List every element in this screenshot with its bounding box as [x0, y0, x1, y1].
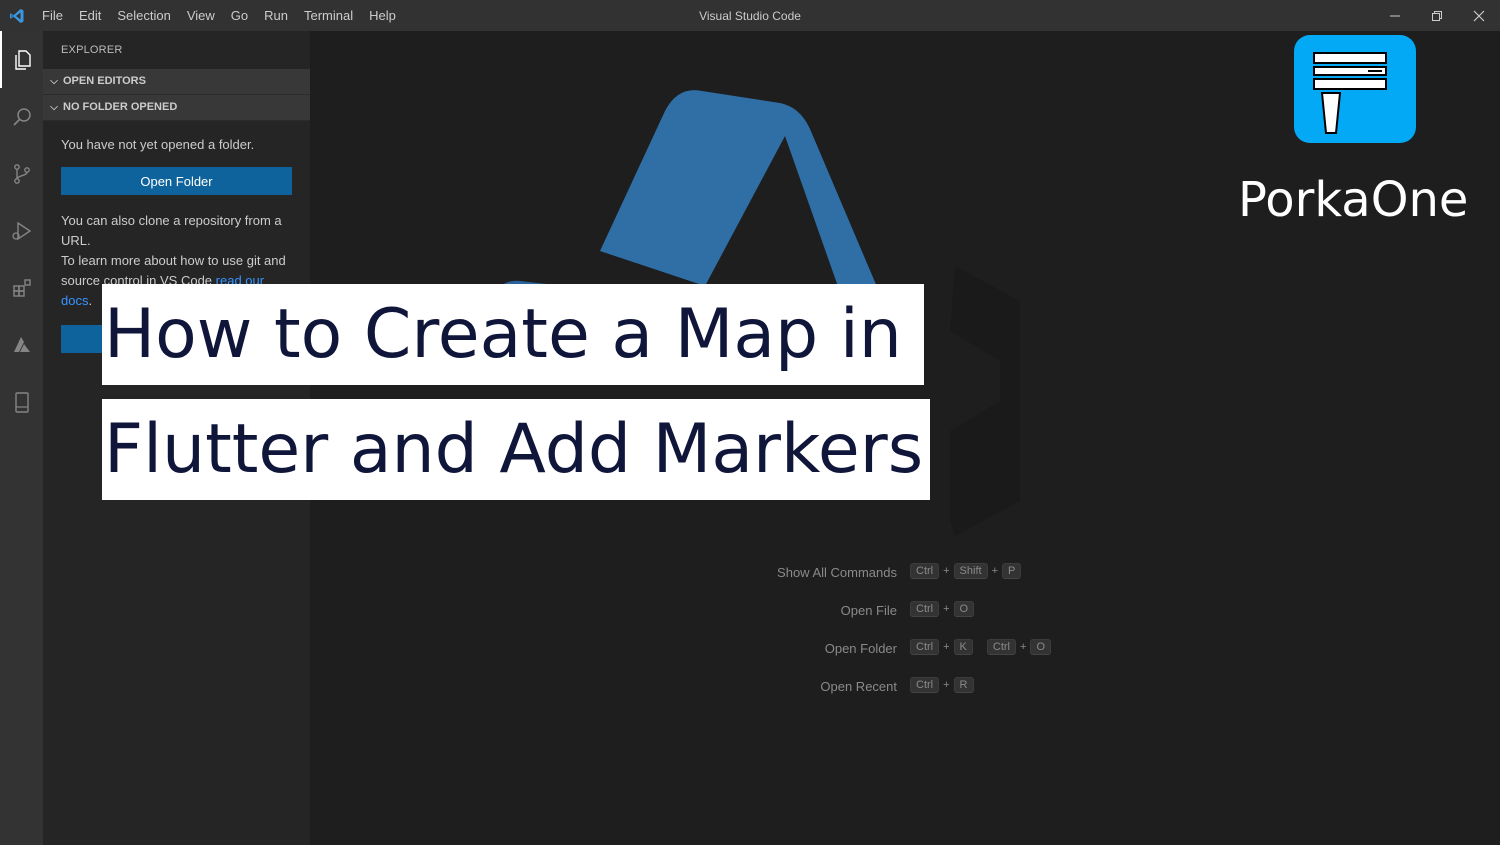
- brand-name: PorkaOne: [1238, 172, 1469, 228]
- shortcut-keys: Ctrl + R: [910, 677, 974, 693]
- title-bar: File Edit Selection View Go Run Terminal…: [0, 0, 1500, 31]
- key: R: [953, 677, 974, 693]
- menu-go[interactable]: Go: [223, 0, 256, 31]
- key: Ctrl: [910, 677, 940, 693]
- menu-edit[interactable]: Edit: [71, 0, 109, 31]
- key-plus: +: [943, 565, 950, 577]
- shortcut-row: Open Recent: [310, 675, 900, 697]
- overlay-title-line: How to Create a Map in: [102, 284, 924, 385]
- shortcut-label: Open Recent: [820, 678, 897, 694]
- shortcut-keys: Ctrl + Shift + P: [910, 563, 1022, 579]
- menu-terminal[interactable]: Terminal: [296, 0, 361, 31]
- shortcut-row: Show All Commands: [310, 561, 900, 583]
- vscode-logo-icon: [2, 0, 32, 31]
- no-folder-section[interactable]: ⌵ NO FOLDER OPENED: [43, 95, 310, 121]
- open-folder-button[interactable]: Open Folder: [61, 167, 292, 195]
- clone-text-line: You can also clone a repository from a U…: [61, 213, 282, 248]
- key: Ctrl: [910, 563, 940, 579]
- menu-view[interactable]: View: [179, 0, 223, 31]
- chevron-down-icon: ⌵: [50, 102, 58, 113]
- key-plus: +: [991, 565, 998, 577]
- extensions-icon[interactable]: [0, 259, 43, 316]
- open-editors-section[interactable]: ⌵ OPEN EDITORS: [43, 69, 310, 95]
- shortcut-label: Open File: [840, 602, 897, 618]
- key-plus: +: [943, 679, 950, 691]
- key: O: [953, 601, 975, 617]
- clone-text-line: To learn more about how to use git and: [61, 253, 286, 268]
- azure-icon[interactable]: [0, 316, 43, 373]
- menu-run[interactable]: Run: [256, 0, 296, 31]
- run-debug-icon[interactable]: [0, 202, 43, 259]
- section-label: NO FOLDER OPENED: [63, 101, 178, 113]
- menu-selection[interactable]: Selection: [109, 0, 178, 31]
- key: Ctrl: [986, 639, 1016, 655]
- chevron-down-icon: ⌵: [50, 76, 58, 87]
- shortcut-row: Open Folder: [310, 637, 900, 659]
- key: O: [1030, 639, 1051, 655]
- overlay-title-line: Flutter and Add Markers: [102, 399, 930, 500]
- clone-period: .: [88, 293, 93, 308]
- restore-icon[interactable]: [1416, 0, 1458, 31]
- minimize-icon[interactable]: [1374, 0, 1416, 31]
- key: K: [953, 639, 973, 655]
- shortcut-row: Open File: [310, 599, 900, 621]
- activity-bar: [0, 31, 43, 845]
- key: Ctrl: [910, 639, 940, 655]
- porkaone-logo-icon: [1294, 35, 1416, 143]
- shortcut-label: Open Folder: [824, 640, 897, 656]
- menu-bar: File Edit Selection View Go Run Terminal…: [34, 0, 404, 31]
- shortcut-label: Show All Commands: [777, 564, 897, 580]
- device-icon[interactable]: [0, 373, 43, 430]
- key: Shift: [953, 563, 988, 579]
- files-icon[interactable]: [0, 31, 43, 88]
- menu-help[interactable]: Help: [361, 0, 404, 31]
- menu-file[interactable]: File: [34, 0, 71, 31]
- key-plus: +: [943, 603, 950, 615]
- search-icon[interactable]: [0, 88, 43, 145]
- shortcut-keys: Ctrl + O: [910, 601, 975, 617]
- section-label: OPEN EDITORS: [63, 75, 146, 87]
- close-icon[interactable]: [1458, 0, 1500, 31]
- key: Ctrl: [910, 601, 940, 617]
- explorer-header: EXPLORER: [61, 44, 123, 56]
- window-controls: [1374, 0, 1500, 31]
- key-plus: +: [943, 641, 950, 653]
- key: P: [1002, 563, 1022, 579]
- source-control-icon[interactable]: [0, 145, 43, 202]
- shortcut-keys: Ctrl + K Ctrl + O: [910, 639, 1051, 655]
- no-folder-message: You have not yet opened a folder.: [61, 137, 255, 152]
- key-plus: +: [1020, 641, 1027, 653]
